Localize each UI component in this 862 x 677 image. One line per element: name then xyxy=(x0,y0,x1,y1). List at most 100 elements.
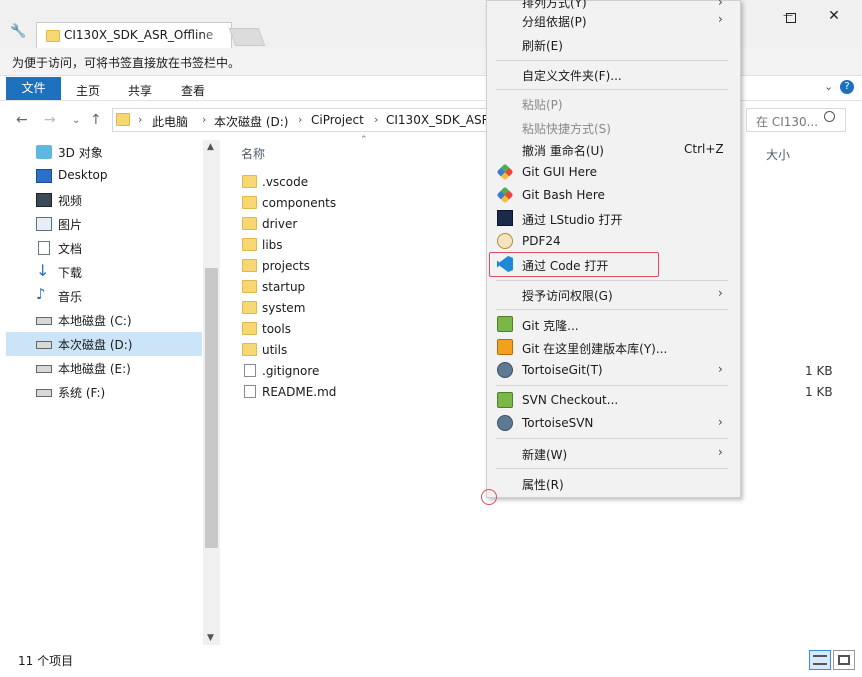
chevron-right-icon[interactable]: › xyxy=(202,113,206,126)
folder-icon xyxy=(242,175,257,188)
menu-item-tortoisegit[interactable]: TortoiseGit(T) xyxy=(522,363,603,377)
tab-view[interactable]: 查看 xyxy=(181,82,205,99)
nav-item-videos[interactable]: 视频 xyxy=(6,188,202,212)
menu-item-lstudio[interactable]: 通过 LStudio 打开 xyxy=(522,211,623,228)
menu-item-paste-shortcut: 粘贴快捷方式(S) xyxy=(522,122,611,136)
folder-icon xyxy=(46,30,60,42)
details-view-icon xyxy=(813,655,827,665)
nav-item-music[interactable]: ♪ 音乐 xyxy=(6,284,202,308)
breadcrumb-drive-d[interactable]: 本次磁盘 (D:) xyxy=(214,113,288,130)
list-item[interactable]: components xyxy=(242,193,442,214)
menu-item-git-bash[interactable]: Git Bash Here xyxy=(522,188,605,202)
menu-item-grant-access[interactable]: 授予访问权限(G) xyxy=(522,287,613,304)
menu-separator xyxy=(496,60,728,61)
menu-item-git-create-repo[interactable]: Git 在这里创建版本库(Y)... xyxy=(522,340,667,357)
menu-item-refresh[interactable]: 刷新(E) xyxy=(522,37,563,54)
navigation-pane: 3D 对象 Desktop 视频 图片 文档 ↓ 下载 ♪ 音乐 本地磁盘 (C… xyxy=(0,140,220,645)
nav-label: 本次磁盘 (D:) xyxy=(58,338,133,352)
address-folder-icon xyxy=(116,113,130,126)
back-arrow-icon[interactable]: ← xyxy=(16,112,28,128)
item-count: 11 个项目 xyxy=(18,654,74,668)
list-item[interactable]: system xyxy=(242,298,442,319)
menu-item-svn-checkout[interactable]: SVN Checkout... xyxy=(522,393,618,407)
menu-item-sort-by[interactable]: 排列方式(Y) xyxy=(522,0,587,11)
forward-arrow-icon[interactable]: → xyxy=(44,112,56,128)
folder-icon xyxy=(242,217,257,230)
chevron-right-icon[interactable]: › xyxy=(138,113,142,126)
list-item[interactable]: projects xyxy=(242,256,442,277)
menu-item-git-gui[interactable]: Git GUI Here xyxy=(522,165,597,179)
file-name: libs xyxy=(262,238,283,252)
menu-item-open-with-code[interactable]: 通过 Code 打开 xyxy=(522,257,608,274)
maximize-icon[interactable] xyxy=(786,13,796,23)
new-tab-button[interactable] xyxy=(228,28,266,46)
recent-dropdown-icon[interactable]: ⌄ xyxy=(72,115,80,126)
status-bar xyxy=(0,645,862,673)
nav-label: 音乐 xyxy=(58,290,83,304)
list-item[interactable]: utils xyxy=(242,340,442,361)
file-name: components xyxy=(262,196,337,210)
nav-label: 下载 xyxy=(58,266,83,280)
list-item[interactable]: .gitignore xyxy=(242,361,442,382)
nav-scroll-thumb[interactable] xyxy=(205,268,218,548)
chevron-right-icon[interactable]: › xyxy=(298,113,302,126)
file-size: 1 KB xyxy=(805,364,833,378)
tab-file[interactable]: 文件 xyxy=(6,77,61,100)
menu-item-group-by[interactable]: 分组依据(P) xyxy=(522,13,587,30)
scroll-down-icon[interactable]: ▼ xyxy=(207,633,214,643)
up-arrow-icon[interactable]: ↑ xyxy=(90,112,102,128)
column-header-size[interactable]: 大小 xyxy=(766,146,790,163)
menu-item-git-clone[interactable]: Git 克隆... xyxy=(522,317,579,334)
file-name: .gitignore xyxy=(262,364,320,378)
menu-separator xyxy=(496,385,728,386)
tab-home[interactable]: 主页 xyxy=(76,82,100,99)
download-icon: ↓ xyxy=(36,261,50,280)
list-item[interactable]: tools xyxy=(242,319,442,340)
help-icon[interactable]: ? xyxy=(840,80,854,94)
menu-item-tortoisesvn[interactable]: TortoiseSVN xyxy=(522,416,593,430)
file-name: system xyxy=(262,301,306,315)
nav-label: Desktop xyxy=(58,168,108,182)
nav-item-3d-objects[interactable]: 3D 对象 xyxy=(6,140,202,164)
menu-item-customize-folder[interactable]: 自定义文件夹(F)... xyxy=(522,67,622,84)
menu-separator xyxy=(496,280,728,281)
close-button[interactable]: ✕ xyxy=(824,8,844,24)
list-item[interactable]: driver xyxy=(242,214,442,235)
nav-item-desktop[interactable]: Desktop xyxy=(6,164,202,188)
menu-item-properties[interactable]: 属性(R) xyxy=(522,476,564,493)
nav-label: 视频 xyxy=(58,194,83,208)
list-item[interactable]: libs xyxy=(242,235,442,256)
column-header-name[interactable]: 名称 xyxy=(241,145,265,162)
folder-icon xyxy=(242,259,257,272)
nav-item-drive-e[interactable]: 本地磁盘 (E:) xyxy=(6,356,202,380)
ribbon-expand-icon[interactable]: ⌄ xyxy=(824,80,833,93)
drive-icon xyxy=(36,365,52,373)
menu-item-new[interactable]: 新建(W) xyxy=(522,446,567,463)
nav-item-drive-d[interactable]: 本次磁盘 (D:) xyxy=(6,332,202,356)
search-icon[interactable] xyxy=(824,111,835,122)
scroll-up-icon[interactable]: ▲ xyxy=(207,142,214,152)
nav-item-downloads[interactable]: ↓ 下载 xyxy=(6,260,202,284)
list-item[interactable]: README.md xyxy=(242,382,442,403)
svn-checkout-icon xyxy=(497,392,513,408)
breadcrumb-ciproject[interactable]: CiProject xyxy=(311,113,364,127)
list-item[interactable]: startup xyxy=(242,277,442,298)
undo-shortcut: Ctrl+Z xyxy=(684,142,724,156)
tortoisegit-clone-icon xyxy=(497,316,513,332)
wrench-icon[interactable]: 🔧 xyxy=(10,24,26,39)
nav-item-drive-f[interactable]: 系统 (F:) xyxy=(6,380,202,404)
file-name: .vscode xyxy=(262,175,309,189)
chevron-right-icon[interactable]: › xyxy=(374,113,378,126)
sort-up-icon: ⌃ xyxy=(360,135,368,145)
breadcrumb-sdk[interactable]: CI130X_SDK_ASR_ xyxy=(386,113,486,127)
nav-item-drive-c[interactable]: 本地磁盘 (C:) xyxy=(6,308,202,332)
menu-item-pdf24[interactable]: PDF24 xyxy=(522,234,561,248)
list-item[interactable]: .vscode xyxy=(242,172,442,193)
breadcrumb-this-pc[interactable]: 此电脑 xyxy=(152,113,188,130)
chevron-right-icon: › xyxy=(718,12,723,26)
tab-share[interactable]: 共享 xyxy=(128,82,152,99)
nav-item-pictures[interactable]: 图片 xyxy=(6,212,202,236)
menu-item-undo-rename[interactable]: 撤消 重命名(U) xyxy=(522,142,604,159)
nav-item-documents[interactable]: 文档 xyxy=(6,236,202,260)
nav-label: 文档 xyxy=(58,242,83,256)
